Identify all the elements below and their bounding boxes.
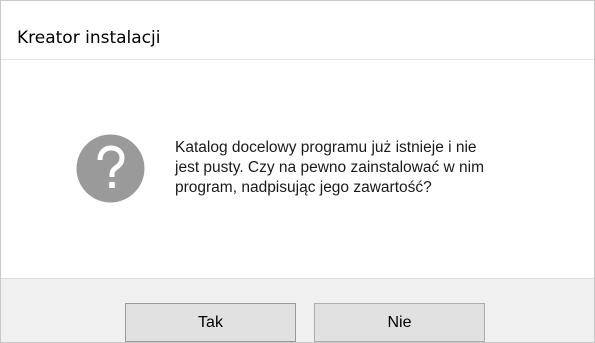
window-title: Kreator instalacji [17,28,161,48]
dialog-content: Katalog docelowy programu już istnieje i… [1,60,594,278]
dialog-message: Katalog docelowy programu już istnieje i… [175,138,575,198]
no-button[interactable]: Nie [314,303,485,342]
message-line-2: jest pusty. Czy na pewno zainstalować w … [175,159,484,176]
button-bar: Tak Nie [1,278,594,342]
message-line-3: program, nadpisując jego zawartość? [175,179,432,196]
message-line-1: Katalog docelowy programu już istnieje i… [175,139,477,156]
title-bar[interactable]: Kreator instalacji [1,1,594,60]
yes-button[interactable]: Tak [125,303,296,342]
installer-dialog: Kreator instalacji Katalog docelowy prog… [0,0,595,343]
question-mark-icon [76,134,145,203]
